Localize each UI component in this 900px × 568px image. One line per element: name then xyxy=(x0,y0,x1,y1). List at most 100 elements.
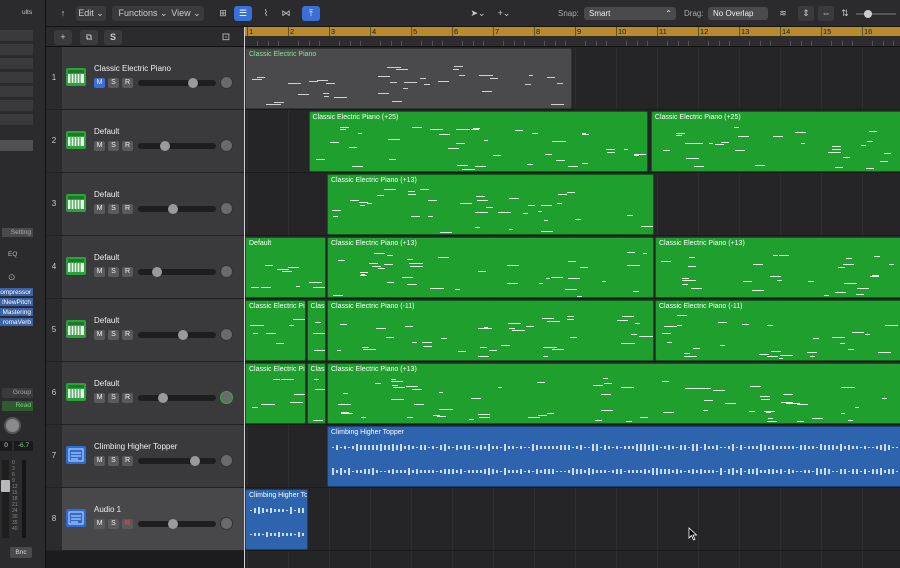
midi-region[interactable]: Classic Electric Piano (+13) xyxy=(327,363,900,424)
volume-slider-thumb[interactable] xyxy=(152,267,162,277)
volume-slider[interactable] xyxy=(138,456,216,466)
record-enable-button[interactable]: R xyxy=(122,204,133,214)
pan-knob[interactable] xyxy=(220,328,233,341)
duplicate-track-icon[interactable]: ⧉ xyxy=(80,30,98,45)
link-icon[interactable]: ⊙ xyxy=(8,272,16,283)
volume-slider-thumb[interactable] xyxy=(158,393,168,403)
track-header[interactable]: 3 Default M S R xyxy=(46,173,244,236)
volume-slider[interactable] xyxy=(138,330,216,340)
solo-button[interactable]: S xyxy=(108,330,119,340)
mute-button[interactable]: M xyxy=(94,330,105,340)
track-header[interactable]: 8 Audio 1 M S R xyxy=(46,488,244,551)
audio-region[interactable]: Climbing Higher To xyxy=(245,489,308,550)
volume-slider-thumb[interactable] xyxy=(168,519,178,529)
audio-region[interactable]: Climbing Higher Topper xyxy=(327,426,900,487)
track-name[interactable]: Default xyxy=(94,316,119,325)
pan-knob[interactable] xyxy=(220,517,233,530)
volume-slider-thumb[interactable] xyxy=(168,204,178,214)
catch-playhead-icon[interactable]: ⤒ xyxy=(302,6,320,21)
track-name[interactable]: Default xyxy=(94,379,119,388)
volume-slider[interactable] xyxy=(138,267,216,277)
drag-select[interactable]: No Overlap xyxy=(708,7,768,20)
midi-region[interactable]: Default xyxy=(245,237,326,298)
plugin-slot[interactable]: ompressor xyxy=(0,288,33,297)
track-header[interactable]: 6 Default M S R xyxy=(46,362,244,425)
mute-button[interactable]: M xyxy=(94,456,105,466)
cycle-region[interactable] xyxy=(244,27,900,36)
automation-icon[interactable]: ⌇ xyxy=(258,6,274,21)
volume-fader-track[interactable] xyxy=(1,460,10,538)
solo-button[interactable]: S xyxy=(108,78,119,88)
solo-button[interactable]: S xyxy=(108,393,119,403)
edit-menu[interactable]: Edit ⌄ xyxy=(76,6,106,21)
track-name[interactable]: Default xyxy=(94,190,119,199)
inspector-row[interactable] xyxy=(0,100,33,112)
track-name[interactable]: Default xyxy=(94,127,119,136)
solo-button[interactable]: S xyxy=(108,141,119,151)
midi-region[interactable]: Classic Electric Piano (+25) xyxy=(308,111,648,172)
pan-knob[interactable] xyxy=(4,417,21,434)
record-enable-button[interactable]: R xyxy=(122,141,133,151)
volume-slider[interactable] xyxy=(138,204,216,214)
track-name[interactable]: Audio 1 xyxy=(94,505,121,514)
midi-region[interactable]: Classic Electric Pi xyxy=(245,300,306,361)
track-header-options-icon[interactable]: ⊡ xyxy=(218,30,234,45)
volume-slider-thumb[interactable] xyxy=(160,141,170,151)
pencil-tool-icon[interactable]: +⌄ xyxy=(492,6,516,21)
volume-slider-thumb[interactable] xyxy=(178,330,188,340)
midi-region[interactable]: Class xyxy=(306,300,326,361)
setting-label[interactable]: Setting xyxy=(2,228,33,237)
pan-knob[interactable] xyxy=(220,139,233,152)
track-name[interactable]: Default xyxy=(94,253,119,262)
track-lane[interactable] xyxy=(244,488,900,551)
automation-read[interactable]: Read xyxy=(2,401,33,411)
track-header[interactable]: 2 Default M S R xyxy=(46,110,244,173)
playhead[interactable] xyxy=(244,27,245,568)
list-view-icon[interactable]: ☰ xyxy=(234,6,252,21)
inspector-row[interactable] xyxy=(0,30,33,42)
midi-region[interactable]: Classic Electric Piano xyxy=(245,48,572,109)
midi-region[interactable]: Classic Electric Piano (+13) xyxy=(327,237,654,298)
solo-button[interactable]: S xyxy=(108,267,119,277)
volume-slider[interactable] xyxy=(138,78,216,88)
zoom-slider-thumb[interactable] xyxy=(864,10,872,18)
midi-region[interactable]: Classic Electric Piano (+13) xyxy=(655,237,900,298)
track-header[interactable]: 1 Classic Electric Piano M S R xyxy=(46,47,244,110)
inspector-row[interactable] xyxy=(0,140,33,152)
record-enable-button[interactable]: R xyxy=(122,519,133,529)
track-header[interactable]: 4 Default M S R xyxy=(46,236,244,299)
flex-icon[interactable]: ⋈ xyxy=(278,6,294,21)
mute-button[interactable]: M xyxy=(94,78,105,88)
pan-knob[interactable] xyxy=(220,265,233,278)
plugin-slot[interactable]: Mastering xyxy=(0,308,33,317)
volume-slider-thumb[interactable] xyxy=(188,78,198,88)
pointer-tool-icon[interactable]: ➤⌄ xyxy=(466,6,490,21)
record-enable-button[interactable]: R xyxy=(122,393,133,403)
midi-region[interactable]: Class xyxy=(306,363,326,424)
grid-view-icon[interactable]: ⊞ xyxy=(216,6,230,21)
plugin-slot[interactable]: romaVerb xyxy=(0,318,33,327)
functions-menu[interactable]: Functions ⌄ xyxy=(112,6,174,21)
waveform-zoom-icon[interactable]: ≋ xyxy=(776,6,790,21)
bar-ruler[interactable]: 1 2 3 4 5 6 7 8 9 10 11 12 13 14 15 16 xyxy=(244,27,900,47)
global-solo-button[interactable]: S xyxy=(104,30,122,45)
inspector-row[interactable] xyxy=(0,58,33,70)
mute-button[interactable]: M xyxy=(94,141,105,151)
record-enable-button[interactable]: R xyxy=(122,456,133,466)
mute-button[interactable]: M xyxy=(94,393,105,403)
track-name[interactable]: Climbing Higher Topper xyxy=(94,442,177,451)
midi-region[interactable]: Classic Electric Piano (-11) xyxy=(655,300,900,361)
eq-label[interactable]: EQ xyxy=(8,251,17,258)
volume-slider[interactable] xyxy=(138,141,216,151)
horizontal-zoom-icon[interactable]: ⇔ xyxy=(818,6,834,21)
group-label[interactable]: Group xyxy=(2,388,33,398)
mute-button[interactable]: M xyxy=(94,204,105,214)
bounce-button[interactable]: Bnc xyxy=(10,547,32,558)
view-menu[interactable]: View ⌄ xyxy=(168,6,204,21)
pan-knob[interactable] xyxy=(220,454,233,467)
volume-fader-thumb[interactable] xyxy=(1,480,10,492)
volume-slider-thumb[interactable] xyxy=(190,456,200,466)
solo-button[interactable]: S xyxy=(108,456,119,466)
updown-icon[interactable]: ⇅ xyxy=(840,6,850,21)
track-name[interactable]: Classic Electric Piano xyxy=(94,64,171,73)
